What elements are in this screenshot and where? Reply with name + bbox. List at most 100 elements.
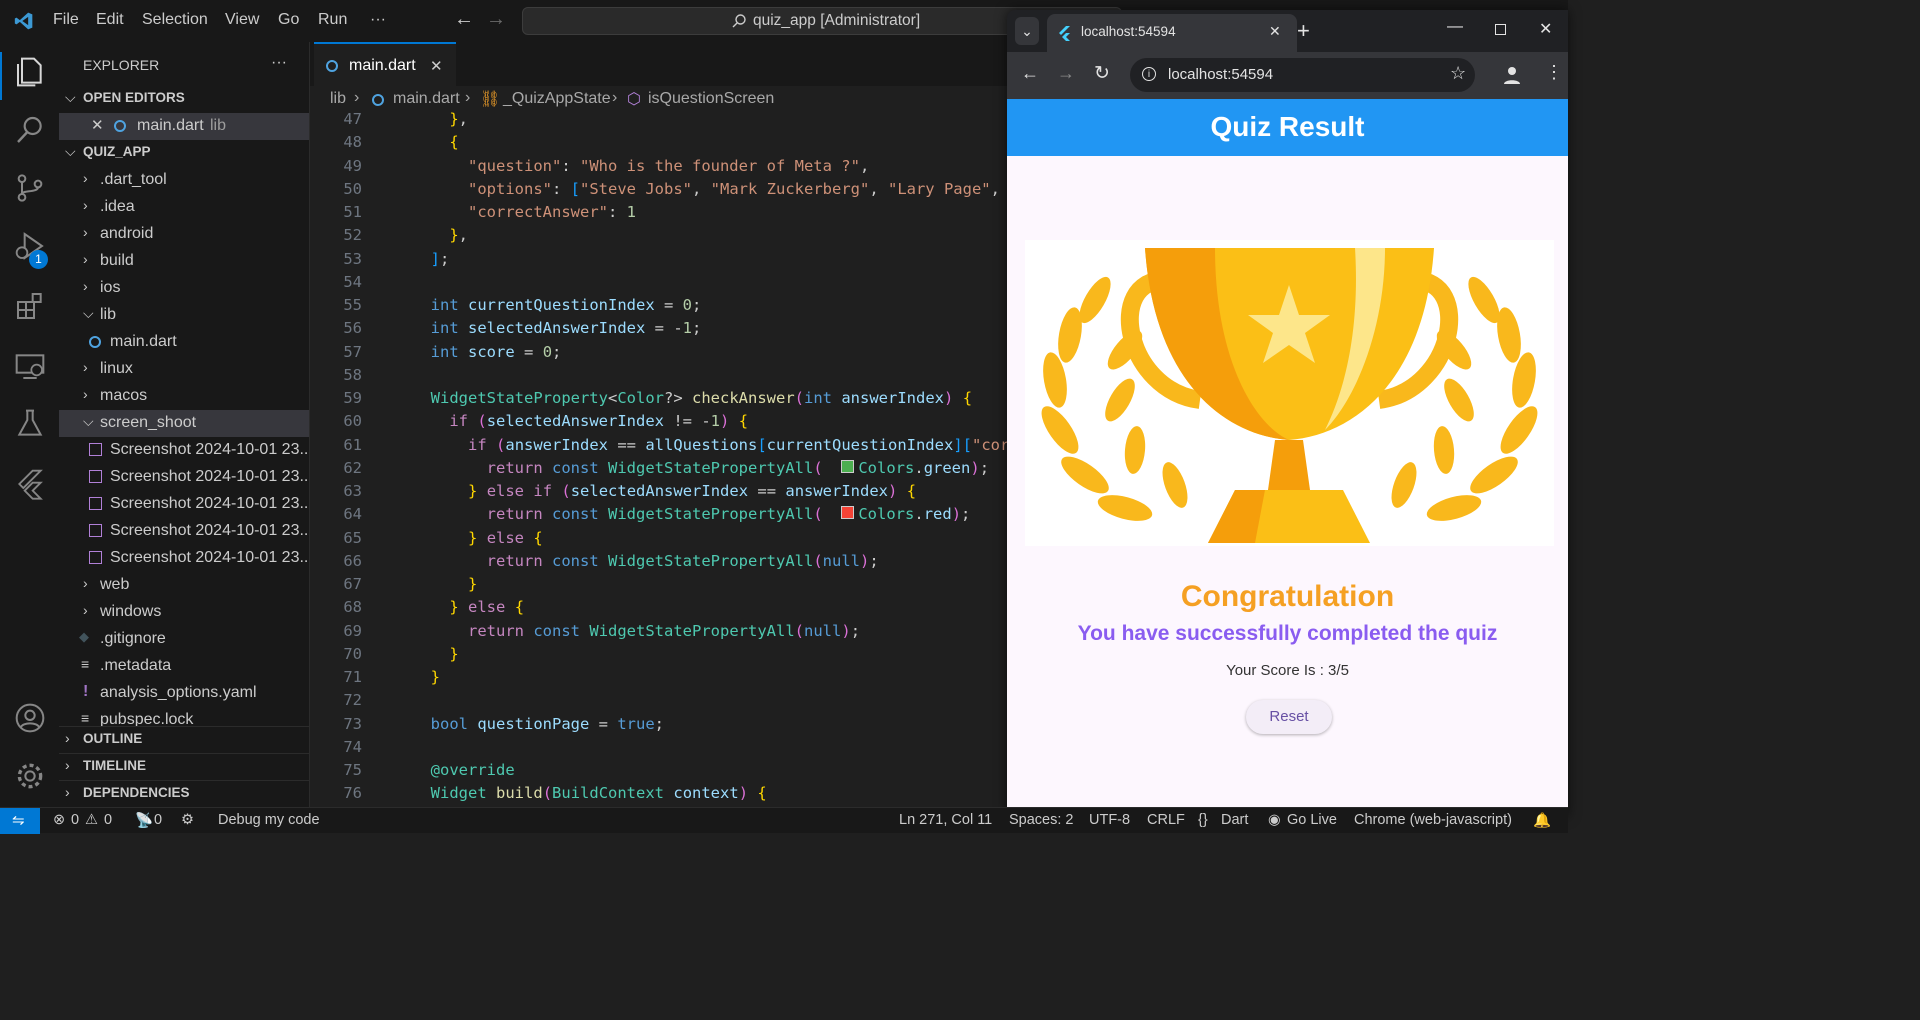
debug-config[interactable]: Debug my code [218,812,320,828]
menu-more[interactable]: ··· [370,11,386,29]
reset-button[interactable]: Reset [1246,700,1332,734]
error-count[interactable]: 0 [71,812,79,828]
notifications-bell-icon[interactable]: 🔔 [1533,812,1551,829]
tree-folder-windows[interactable]: › windows [59,599,309,626]
tree-file-screenshot[interactable]: Screenshot 2024-10-01 23... [59,491,309,518]
browser-menu-icon[interactable]: ⋮ [1545,62,1563,83]
browser-tab[interactable]: localhost:54594 ✕ [1047,14,1297,52]
code-line[interactable]: 50 "options": ["Steve Jobs", "Mark Zucke… [310,180,1008,203]
extensions-icon[interactable] [14,290,46,322]
tree-folder-android[interactable]: › android [59,221,309,248]
remote-explorer-icon[interactable] [14,350,46,382]
code-line[interactable]: 65 } else { [310,529,1008,552]
encoding[interactable]: UTF-8 [1089,812,1130,828]
testing-icon[interactable] [14,408,46,440]
close-window-icon[interactable]: ✕ [1539,19,1552,39]
code-line[interactable]: 49 "question": "Who is the founder of Me… [310,157,1008,180]
ports-count[interactable]: 0 [154,812,162,828]
code-line[interactable]: 60 if (selectedAnswerIndex != -1) { [310,412,1008,435]
tree-file-screenshot[interactable]: Screenshot 2024-10-01 23... [59,518,309,545]
code-line[interactable]: 70 } [310,645,1008,668]
tree-folder-web[interactable]: › web [59,572,309,599]
source-control-icon[interactable] [14,172,46,204]
code-line[interactable]: 63 } else if (selectedAnswerIndex == ans… [310,482,1008,505]
gear-icon[interactable] [14,760,46,792]
code-line[interactable]: 72 [310,691,1008,714]
line-ending[interactable]: CRLF [1147,812,1185,828]
code-line[interactable]: 74 [310,738,1008,761]
timeline-section[interactable]: › TIMELINE [59,753,309,781]
tab-close-icon[interactable]: ✕ [430,57,443,75]
tree-folder-macos[interactable]: › macos [59,383,309,410]
dependencies-section[interactable]: › DEPENDENCIES [59,780,309,808]
tree-file-main-dart[interactable]: main.dart [59,329,309,356]
tree-file-analysis-options[interactable]: ! analysis_options.yaml [59,680,309,707]
menu-edit[interactable]: Edit [96,11,124,29]
code-line[interactable]: 52 }, [310,226,1008,249]
breadcrumb-item[interactable]: main.dart [393,90,460,108]
open-editor-item[interactable]: ✕ main.dart lib [59,113,309,140]
code-line[interactable]: 47 }, [310,110,1008,133]
code-line[interactable]: 53 ]; [310,250,1008,273]
code-line[interactable]: 57 int score = 0; [310,343,1008,366]
ports-icon[interactable]: 📡 [135,812,153,829]
code-line[interactable]: 54 [310,273,1008,296]
bookmark-star-icon[interactable]: ☆ [1450,63,1466,84]
back-arrow-icon[interactable]: ← [1021,63,1039,84]
code-line[interactable]: 56 int selectedAnswerIndex = -1; [310,319,1008,342]
language-mode[interactable]: Dart [1221,812,1248,828]
back-arrow-icon[interactable]: ← [454,8,474,31]
warning-count[interactable]: 0 [104,812,112,828]
code-line[interactable]: 69 return const WidgetStatePropertyAll(n… [310,622,1008,645]
code-line[interactable]: 58 [310,366,1008,389]
search-icon[interactable] [14,114,46,146]
code-line[interactable]: 64 return const WidgetStatePropertyAll( … [310,505,1008,528]
forward-arrow-icon[interactable]: → [486,8,506,31]
address-bar[interactable]: i localhost:54594 ☆ [1130,58,1475,92]
code-line[interactable]: 55 int currentQuestionIndex = 0; [310,296,1008,319]
close-icon[interactable]: ✕ [91,116,104,134]
explorer-icon[interactable] [14,56,46,88]
code-line[interactable]: 76 Widget build(BuildContext context) { [310,784,1008,807]
profile-icon[interactable] [1502,65,1522,85]
tree-file-gitignore[interactable]: ◆ .gitignore [59,626,309,653]
tree-folder-screen-shoot[interactable]: ⌵ screen_shoot [59,410,309,437]
outline-section[interactable]: › OUTLINE [59,726,309,754]
menu-run[interactable]: Run [318,11,347,29]
tree-file-pubspec-lock[interactable]: ≡ pubspec.lock [59,707,309,727]
tree-file-metadata[interactable]: ≡ .metadata [59,653,309,680]
indentation[interactable]: Spaces: 2 [1009,812,1074,828]
remote-indicator[interactable]: ⇋ [0,808,40,834]
tree-file-screenshot[interactable]: Screenshot 2024-10-01 23... [59,545,309,572]
tree-folder-linux[interactable]: › linux [59,356,309,383]
code-line[interactable]: 73 bool questionPage = true; [310,715,1008,738]
debug-icon[interactable]: ⚙ [181,812,194,828]
code-line[interactable]: 71 } [310,668,1008,691]
tree-folder-build[interactable]: › build [59,248,309,275]
device-selector[interactable]: Chrome (web-javascript) [1354,812,1512,828]
menu-go[interactable]: Go [278,11,299,29]
forward-arrow-icon[interactable]: → [1057,63,1075,84]
breadcrumb-item[interactable]: isQuestionScreen [648,90,774,108]
tree-folder-lib[interactable]: ⌵ lib [59,302,309,329]
menu-selection[interactable]: Selection [142,11,208,29]
go-live-button[interactable]: Go Live [1287,812,1337,828]
tree-folder-ios[interactable]: › ios [59,275,309,302]
tree-folder-idea[interactable]: › .idea [59,194,309,221]
tab-main-dart[interactable]: main.dart ✕ [314,42,456,86]
tree-file-screenshot[interactable]: Screenshot 2024-10-01 23... [59,437,309,464]
code-line[interactable]: 68 } else { [310,598,1008,621]
maximize-icon[interactable] [1495,24,1506,35]
open-editors-section[interactable]: ⌵ OPEN EDITORS [59,86,309,113]
breadcrumb-item[interactable]: _QuizAppState [503,90,611,108]
account-icon[interactable] [14,702,46,734]
code-line[interactable]: 67 } [310,575,1008,598]
code-line[interactable]: 59 WidgetStateProperty<Color?> checkAnsw… [310,389,1008,412]
explorer-more-button[interactable]: ··· [271,54,287,72]
menu-file[interactable]: File [53,11,79,29]
breadcrumb-item[interactable]: lib [330,90,346,108]
code-line[interactable]: 66 return const WidgetStatePropertyAll(n… [310,552,1008,575]
warning-icon[interactable]: ⚠ [85,812,98,828]
project-section[interactable]: ⌵ QUIZ_APP [59,140,309,167]
code-line[interactable]: 51 "correctAnswer": 1 [310,203,1008,226]
